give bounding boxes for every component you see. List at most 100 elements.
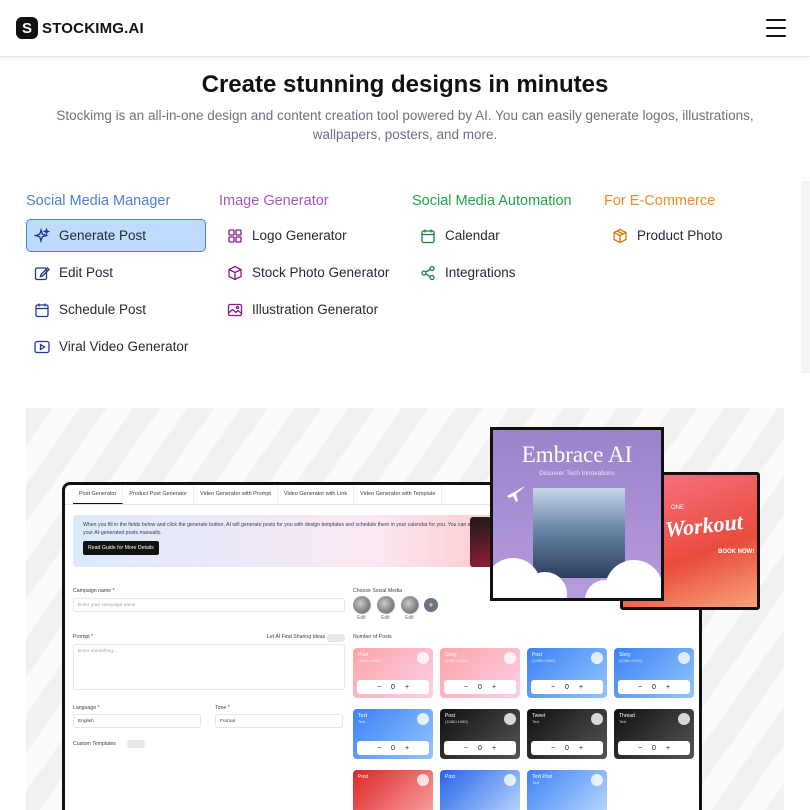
read-guide-button: Read Guide for More Details — [83, 541, 159, 555]
menu-item-label: Edit Post — [59, 265, 114, 280]
social-media-label: Choose Social Media — [353, 588, 403, 594]
minus-icon: − — [376, 683, 382, 691]
plus-icon: + — [665, 683, 671, 691]
calendar-icon — [34, 302, 50, 318]
menu-item-edit-post[interactable]: Edit Post — [26, 256, 216, 289]
post-type-card: Post — [353, 770, 433, 810]
top-nav-bar: S STOCKIMG.AI — [0, 0, 810, 57]
info-banner: When you fill in the fields below and cl… — [73, 515, 503, 567]
menu-item-label: Illustration Generator — [252, 302, 379, 317]
minus-icon: − — [376, 744, 382, 752]
box-icon — [612, 228, 628, 244]
language-label: Language * — [73, 705, 100, 711]
count-stepper: − 0 + — [531, 680, 603, 694]
column-title: Image Generator — [219, 193, 329, 209]
platform-icon — [504, 713, 516, 725]
post-type-card: Post (1080×1080) −0 + — [353, 648, 433, 698]
column-image-generator: Image Generator Logo Generator Stock Pho… — [219, 191, 409, 330]
plus-icon: + — [665, 744, 671, 752]
platform-icon — [417, 774, 429, 786]
platform-icon — [417, 652, 429, 664]
count-stepper: − 0 + — [357, 680, 429, 694]
edit-label: Edit — [405, 615, 414, 621]
column-social-media-manager: Social Media Manager Generate Post Edit … — [26, 191, 216, 367]
share-icon — [420, 265, 436, 281]
menu-item-calendar[interactable]: Calendar — [412, 219, 602, 252]
let-ai-toggle — [327, 634, 345, 642]
post-type-card: Story (1080×1920) −0 + — [614, 648, 694, 698]
plus-icon: + — [491, 683, 497, 691]
menu-item-generate-post[interactable]: Generate Post — [26, 219, 206, 252]
count-stepper: − 0 + — [357, 741, 429, 755]
post-type-card: Text Text −0 + — [353, 709, 433, 759]
poster-title: Embrace AI — [521, 442, 633, 467]
minus-icon: − — [637, 744, 643, 752]
edit-icon — [34, 265, 50, 281]
column-title: Social Media Manager — [26, 193, 171, 209]
scrollbar[interactable] — [801, 181, 810, 373]
minus-icon: − — [550, 683, 556, 691]
menu-item-schedule-post[interactable]: Schedule Post — [26, 293, 216, 326]
post-type-card: Text Post Text — [527, 770, 607, 810]
grid-icon — [227, 228, 243, 244]
logo-mark-icon: S — [16, 17, 38, 39]
plus-icon: + — [404, 744, 410, 752]
avatar — [353, 596, 371, 614]
menu-item-viral-video-generator[interactable]: Viral Video Generator — [26, 330, 216, 363]
menu-item-integrations[interactable]: Integrations — [412, 256, 602, 289]
count-value: 0 — [565, 683, 569, 691]
minus-icon: − — [550, 744, 556, 752]
let-ai-label: Let AI Find Sharing Ideas — [267, 634, 326, 640]
custom-templates-toggle — [127, 740, 145, 748]
page-title: Create stunning designs in minutes — [201, 71, 609, 98]
calendar-icon — [420, 228, 436, 244]
prompt-textarea: Enter something... — [73, 644, 345, 690]
campaign-input: Enter your campaign name — [73, 598, 345, 612]
platform-icon — [591, 774, 603, 786]
plus-icon: + — [578, 744, 584, 752]
plus-icon: + — [404, 683, 410, 691]
tab-video-template: Video Generator with Template — [354, 485, 443, 504]
image-icon — [227, 302, 243, 318]
count-stepper: − 0 + — [444, 741, 516, 755]
column-social-media-automation: Social Media Automation Calendar Integra… — [412, 191, 602, 293]
embrace-ai-poster: Embrace AI Discover Tech Innovations — [490, 427, 664, 601]
menu-item-product-photo[interactable]: Product Photo — [604, 219, 794, 252]
platform-icon — [591, 713, 603, 725]
platform-icon — [417, 713, 429, 725]
play-icon — [34, 339, 50, 355]
tab-video-link: Video Generator with Link — [278, 485, 355, 504]
platform-icon — [504, 774, 516, 786]
airplane-icon — [507, 486, 525, 502]
poster-subtitle: Discover Tech Innovations — [539, 470, 615, 477]
platform-icon — [591, 652, 603, 664]
post-type-card: Thread Text −0 + — [614, 709, 694, 759]
product-preview: Post Generator Product Post Generator Vi… — [26, 408, 784, 810]
poster-pre-text: ONE — [671, 505, 685, 511]
count-stepper: − 0 + — [531, 741, 603, 755]
menu-item-label: Generate Post — [59, 228, 147, 243]
brand-logo[interactable]: S STOCKIMG.AI — [16, 17, 144, 39]
avatar — [401, 596, 419, 614]
menu-item-label: Viral Video Generator — [59, 339, 189, 354]
post-type-card: Post — [440, 770, 520, 810]
menu-item-stock-photo-generator[interactable]: Stock Photo Generator — [219, 256, 409, 289]
plus-icon: + — [491, 744, 497, 752]
count-value: 0 — [652, 683, 656, 691]
number-of-posts-label: Number of Posts — [353, 634, 392, 640]
column-for-e-commerce: For E-Commerce Product Photo — [604, 191, 794, 256]
edit-label: Edit — [357, 615, 366, 621]
cube-icon — [227, 265, 243, 281]
menu-item-illustration-generator[interactable]: Illustration Generator — [219, 293, 409, 326]
post-type-card: Post (1080×1080) −0 + — [440, 709, 520, 759]
count-value: 0 — [391, 683, 395, 691]
hamburger-menu-icon[interactable] — [766, 19, 786, 37]
menu-item-label: Product Photo — [637, 228, 723, 243]
menu-item-logo-generator[interactable]: Logo Generator — [219, 219, 409, 252]
custom-templates-label: Custom Templates — [73, 741, 116, 747]
platform-icon — [678, 652, 690, 664]
post-type-card: Tweet Text −0 + — [527, 709, 607, 759]
tab-video-prompt: Video Generator with Prompt — [194, 485, 278, 504]
sparkles-icon — [34, 227, 50, 244]
count-value: 0 — [565, 744, 569, 752]
